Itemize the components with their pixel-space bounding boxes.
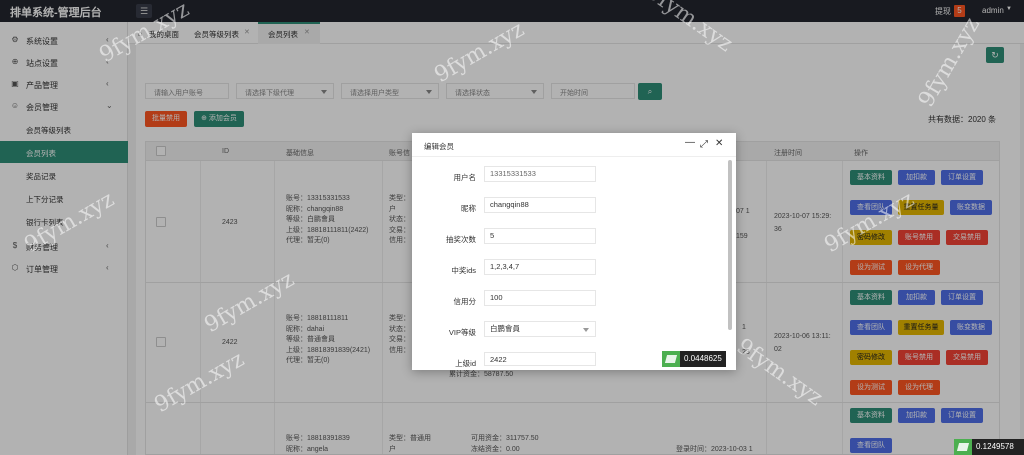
- vip-level-select[interactable]: 白鹏會員: [484, 321, 596, 337]
- parent-id-input[interactable]: 2422: [484, 352, 596, 366]
- username-input[interactable]: 13315331533: [484, 166, 596, 182]
- nickname-label: 昵称: [461, 204, 476, 213]
- nickname-input[interactable]: changqin88: [484, 197, 596, 213]
- speed-icon: [662, 351, 680, 367]
- speed-widget: 0.1249578: [954, 439, 1024, 455]
- caret-down-icon: [583, 328, 589, 332]
- dialog-scrollbar[interactable]: [728, 160, 732, 330]
- parent-id-label: 上级id: [455, 359, 476, 368]
- dialog-title: 编辑会员: [424, 142, 454, 151]
- draw-count-label: 抽奖次数: [446, 235, 476, 244]
- winning-ids-label: 中奖ids: [451, 266, 476, 275]
- maximize-icon[interactable]: ⤢: [700, 139, 708, 150]
- speed-icon: [954, 439, 972, 455]
- vip-level-label: VIP等级: [448, 328, 476, 337]
- close-icon[interactable]: ✕: [715, 138, 723, 149]
- credit-score-input[interactable]: 100: [484, 290, 596, 306]
- draw-count-input[interactable]: 5: [484, 228, 596, 244]
- minimize-icon[interactable]: —: [685, 137, 695, 148]
- username-label: 用户名: [453, 173, 477, 182]
- dialog-header: 编辑会员 — ⤢ ✕: [412, 133, 736, 157]
- speed-widget: 0.0448625: [662, 351, 726, 367]
- credit-score-label: 信用分: [453, 297, 477, 306]
- winning-ids-input[interactable]: 1,2,3,4,7: [484, 259, 596, 275]
